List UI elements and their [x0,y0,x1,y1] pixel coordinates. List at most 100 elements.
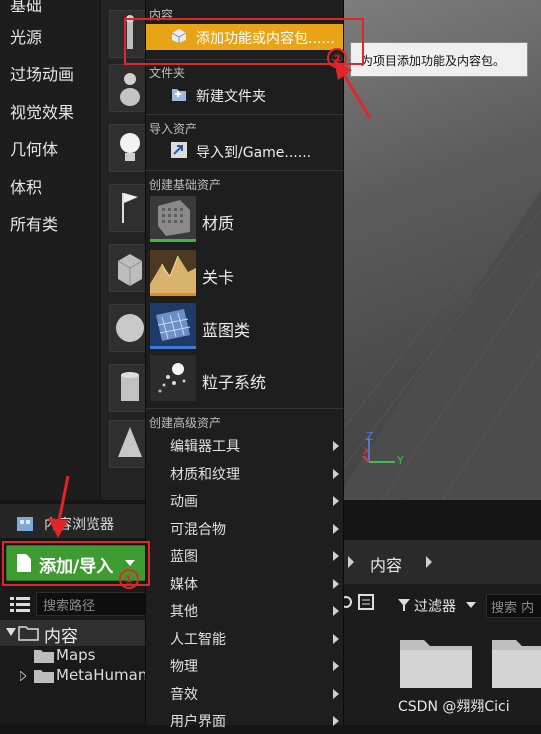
particle-system-label: 粒子系统 [202,373,267,392]
search-icon[interactable] [342,594,356,610]
submenu-user-interface[interactable]: 用户界面 [146,707,343,734]
level-label: 关卡 [202,268,235,287]
blueprint-class-icon [150,303,196,349]
content-browser-path-bar: 内容 [342,540,541,584]
tree-row-content[interactable]: 内容 [0,620,145,647]
submenu-label: 媒体 [170,577,198,593]
submenu-miscellaneous[interactable]: 其他 [146,597,343,624]
new-folder-label: 新建文件夹 [196,89,266,105]
category-lights[interactable]: 光源 [10,24,42,48]
submenu-label: 物理 [170,659,198,675]
breadcrumb-content[interactable]: 内容 [370,552,402,576]
submenu-blueprint[interactable]: 蓝图 [146,542,343,569]
chevron-right-icon[interactable] [346,556,356,568]
category-all-classes[interactable]: 所有类 [10,211,58,235]
filters-label: 过滤器 [414,599,456,615]
annotation-arrow [334,60,372,119]
axis-y-label: Y [397,454,404,467]
section-header-folder: 文件夹 [149,66,186,80]
annotation-step1-badge: ① [119,569,139,589]
submenu-label: 可混合物 [170,522,226,538]
submenu-media[interactable]: 媒体 [146,570,343,597]
place-actors-category-panel: 基础 光源 过场动画 视觉效果 几何体 体积 所有类 [0,0,100,500]
submenu-label: 其他 [170,604,198,620]
expand-down-icon[interactable] [6,628,16,636]
submenu-arrow-icon [333,469,339,479]
search-path-placeholder: 搜索路径 [43,599,96,614]
section-header-basic-assets: 创建基础资产 [149,178,222,192]
tree-row-metahuman[interactable]: MetaHuman [0,666,148,686]
chevron-down-icon [466,602,476,608]
axis-x-label: X [363,446,370,457]
submenu-label: 用户界面 [170,714,226,730]
expand-right-icon[interactable] [20,671,26,681]
annotation-arrow [48,475,70,538]
menu-item-new-folder[interactable]: 新建文件夹 [146,82,343,108]
category-visual-effects[interactable]: 视觉效果 [10,99,74,123]
category-geometry[interactable]: 几何体 [10,136,58,160]
submenu-blendables[interactable]: 可混合物 [146,515,343,542]
folder-tile[interactable] [490,632,541,690]
chevron-right-icon[interactable] [424,556,434,568]
tree-item-label: Maps [56,646,96,664]
submenu-label: 蓝图 [170,549,198,565]
category-cinematic[interactable]: 过场动画 [10,61,74,85]
category-volumes[interactable]: 体积 [10,174,42,198]
asset-search-input[interactable]: 搜索 内 [486,594,541,618]
menu-item-level[interactable]: 关卡 [146,250,343,300]
tree-root-label: 内容 [44,627,78,647]
sources-toggle-icon[interactable] [10,596,30,612]
search-path-input[interactable]: 搜索路径 [36,592,146,616]
asset-search-placeholder: 搜索 内 [491,601,535,616]
view-options [342,590,378,616]
axis-z-label: Z [366,430,374,443]
submenu-artificial-intelligence[interactable]: 人工智能 [146,625,343,652]
submenu-animation[interactable]: 动画 [146,487,343,514]
list-view-icon[interactable] [358,594,374,610]
folder-tile[interactable] [398,632,474,690]
folder-icon [34,670,54,683]
add-import-menu: 内容 添加功能或内容包...... 文件夹 新建文件夹 导入资产 导入到/Gam… [145,0,344,730]
submenu-arrow-icon [333,441,339,451]
submenu-arrow-icon [333,606,339,616]
section-header-advanced-assets: 创建高级资产 [149,416,222,430]
material-label: 材质 [202,214,235,233]
separator [146,408,343,409]
content-browser-icon [17,517,33,531]
submenu-arrow-icon [333,661,339,671]
menu-item-blueprint-class[interactable]: 蓝图类 [146,303,343,353]
axis-gizmo: Z Y X [361,430,421,476]
separator [146,170,343,171]
menu-item-import-to-game[interactable]: 导入到/Game...... [146,138,343,164]
submenu-label: 动画 [170,494,198,510]
filter-icon [398,599,410,611]
tooltip-text: 为项目添加功能及内容包。 [361,54,506,68]
submenu-editor-utilities[interactable]: 编辑器工具 [146,432,343,459]
level-icon [150,250,196,296]
submenu-arrow-icon [333,689,339,699]
material-icon [150,196,196,242]
submenu-label: 材质和纹理 [170,467,240,483]
submenu-arrow-icon [333,496,339,506]
blueprint-class-label: 蓝图类 [202,321,251,340]
submenu-sounds[interactable]: 音效 [146,680,343,707]
menu-item-material[interactable]: 材质 [146,196,343,246]
menu-item-particle-system[interactable]: 粒子系统 [146,355,343,405]
submenu-arrow-icon [333,524,339,534]
actor-thumbnail-strip [100,0,151,500]
section-header-import: 导入资产 [149,122,198,136]
import-icon [171,142,187,158]
submenu-label: 音效 [170,687,198,703]
submenu-physics[interactable]: 物理 [146,652,343,679]
tree-row-maps[interactable]: Maps [0,646,145,666]
import-to-game-label: 导入到/Game...... [196,145,312,161]
filters-button[interactable]: 过滤器 [396,594,482,616]
submenu-arrow-icon [333,634,339,644]
folder-open-icon [18,626,39,641]
tree-item-label: MetaHuman [56,666,148,684]
new-folder-icon [172,89,186,101]
submenu-materials-textures[interactable]: 材质和纹理 [146,460,343,487]
separator [146,114,343,115]
category-basic[interactable]: 基础 [10,0,42,16]
submenu-arrow-icon [333,579,339,589]
